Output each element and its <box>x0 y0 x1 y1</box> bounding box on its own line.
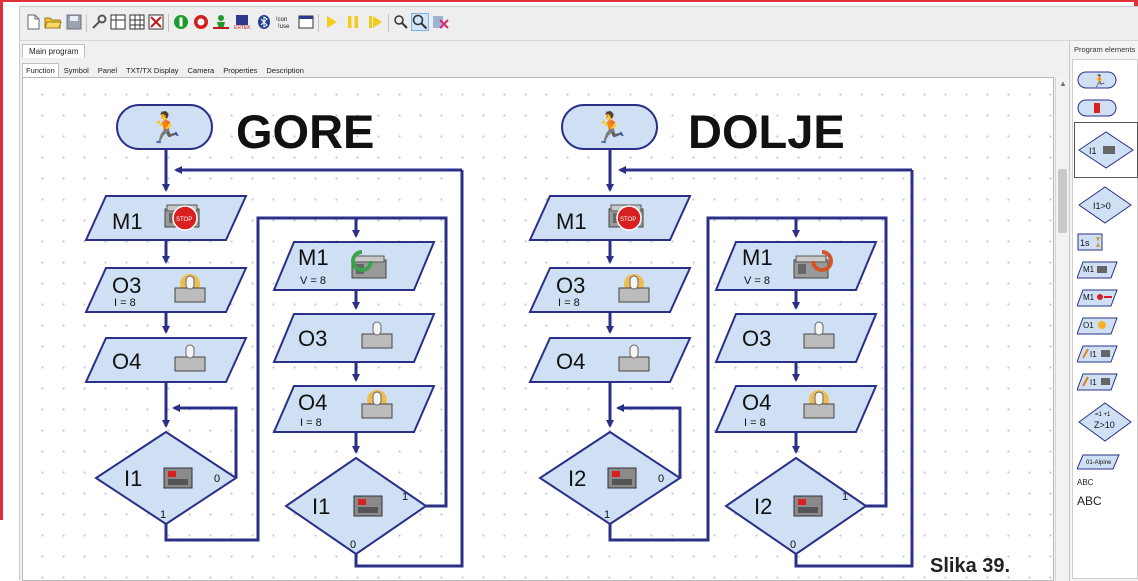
palette-branch-element[interactable]: I1 <box>1074 122 1138 178</box>
palette-title: Program elements <box>1074 45 1136 54</box>
palette-motor-element[interactable]: M1 <box>1076 260 1119 285</box>
grid-icon[interactable] <box>128 13 146 31</box>
motor-stop-block[interactable] <box>84 195 248 241</box>
frame-line-top <box>0 0 1138 2</box>
svg-text:!use: !use <box>278 24 290 30</box>
palette-end-element[interactable] <box>1077 98 1117 123</box>
zoom-in-icon[interactable] <box>411 13 429 31</box>
tab-camera[interactable]: Camera <box>184 63 219 77</box>
palette-list: 🏃 I1 I1>0 1s M1 M1 O1 I1 I1 =1 +1 Z>10 0… <box>1072 59 1138 579</box>
run-output-o3-block-2[interactable] <box>714 313 878 363</box>
scroll-up-arrow-icon[interactable]: ▲ <box>1059 79 1067 88</box>
connect-icon[interactable]: !con !use <box>275 13 293 31</box>
palette-output-label: O1 <box>1083 321 1094 330</box>
remove-element-icon[interactable] <box>432 13 450 31</box>
palette-compare-label: I1>0 <box>1093 201 1111 211</box>
svg-text:ERTEK: ERTEK <box>234 25 251 30</box>
scrollbar-thumb[interactable] <box>1058 169 1067 233</box>
vertical-scrollbar[interactable]: ▲ <box>1055 77 1069 581</box>
palette-motor2-label: M1 <box>1083 293 1095 302</box>
io-panel-icon[interactable] <box>109 13 127 31</box>
palette-sub-label: 01-Alpine <box>1086 460 1112 466</box>
stop-icon[interactable] <box>192 13 210 31</box>
palette-text-large[interactable]: ABC <box>1077 494 1102 508</box>
tab-description[interactable]: Description <box>262 63 308 77</box>
step-icon[interactable] <box>366 13 384 31</box>
palette-wait-element[interactable]: 1s <box>1077 232 1117 257</box>
palette-subprogram-element[interactable]: 01-Alpine <box>1076 454 1121 475</box>
compile-icon[interactable]: ERTEK <box>233 13 251 31</box>
start-block[interactable] <box>116 104 213 150</box>
window-icon[interactable] <box>297 13 315 31</box>
palette-loop-label: Z>10 <box>1094 420 1115 430</box>
tab-function[interactable]: Function <box>22 63 59 77</box>
motor-stop-block-2[interactable] <box>528 195 692 241</box>
start-icon[interactable] <box>322 13 340 31</box>
tab-txt-display[interactable]: TXT/TX Display <box>122 63 183 77</box>
settings-icon[interactable] <box>90 13 108 31</box>
toolbar: ERTEK !con !use <box>20 7 1138 41</box>
tab-main-program[interactable]: Main program <box>22 44 86 58</box>
output-o4-block-2[interactable] <box>528 337 692 383</box>
palette-motor-label: M1 <box>1083 265 1095 274</box>
svg-text:!con: !con <box>276 17 287 23</box>
palette-counter-label: I1 <box>1090 378 1097 387</box>
run-output-o3-block[interactable] <box>272 313 436 363</box>
frame-line-left <box>0 0 3 520</box>
bluetooth-icon[interactable] <box>255 13 273 31</box>
palette-branch-label: I1 <box>1089 146 1097 156</box>
svg-text:🏃: 🏃 <box>1092 74 1107 88</box>
palette-motor-encoder-element[interactable]: M1 <box>1076 288 1119 313</box>
palette-text-small[interactable]: ABC <box>1077 478 1093 487</box>
delete-element-icon[interactable] <box>147 13 165 31</box>
run-online-icon[interactable] <box>172 13 190 31</box>
motor-run-block-2[interactable] <box>714 241 878 291</box>
new-file-icon[interactable] <box>24 13 42 31</box>
save-icon[interactable] <box>65 13 83 31</box>
start-block-2[interactable] <box>561 104 658 150</box>
palette-counter-element[interactable]: I1 <box>1076 372 1119 397</box>
tab-properties[interactable]: Properties <box>219 63 261 77</box>
palette-input-label: I1 <box>1090 350 1097 359</box>
open-folder-icon[interactable] <box>44 13 62 31</box>
palette-compare-element[interactable]: I1>0 <box>1077 184 1137 231</box>
palette-loop-top-label: =1 +1 <box>1095 412 1111 418</box>
palette-loop-element[interactable]: =1 +1 Z>10 <box>1077 400 1137 449</box>
output-o3-block[interactable] <box>84 267 248 313</box>
run-output-o4-block[interactable] <box>272 385 436 433</box>
motor-run-block[interactable] <box>272 241 436 291</box>
tab-symbol[interactable]: Symbol <box>60 63 93 77</box>
output-o3-block-2[interactable] <box>528 267 692 313</box>
palette-start-element[interactable]: 🏃 <box>1077 70 1117 95</box>
download-icon[interactable] <box>212 13 230 31</box>
run-output-o4-block-2[interactable] <box>714 385 878 433</box>
view-tabs: Function Symbol Panel TXT/TX Display Cam… <box>22 63 309 77</box>
zoom-out-icon[interactable] <box>392 13 410 31</box>
output-o4-block[interactable] <box>84 337 248 383</box>
palette-input-element[interactable]: I1 <box>1076 344 1119 369</box>
tab-panel[interactable]: Panel <box>94 63 121 77</box>
figure-caption: Slika 39. <box>930 555 1011 577</box>
palette-wait-label: 1s <box>1080 238 1090 248</box>
palette-output-element[interactable]: O1 <box>1076 316 1119 341</box>
program-elements-panel: Program elements 🏃 I1 I1>0 1s M1 M1 O1 I… <box>1069 41 1138 581</box>
pause-icon[interactable] <box>344 13 362 31</box>
